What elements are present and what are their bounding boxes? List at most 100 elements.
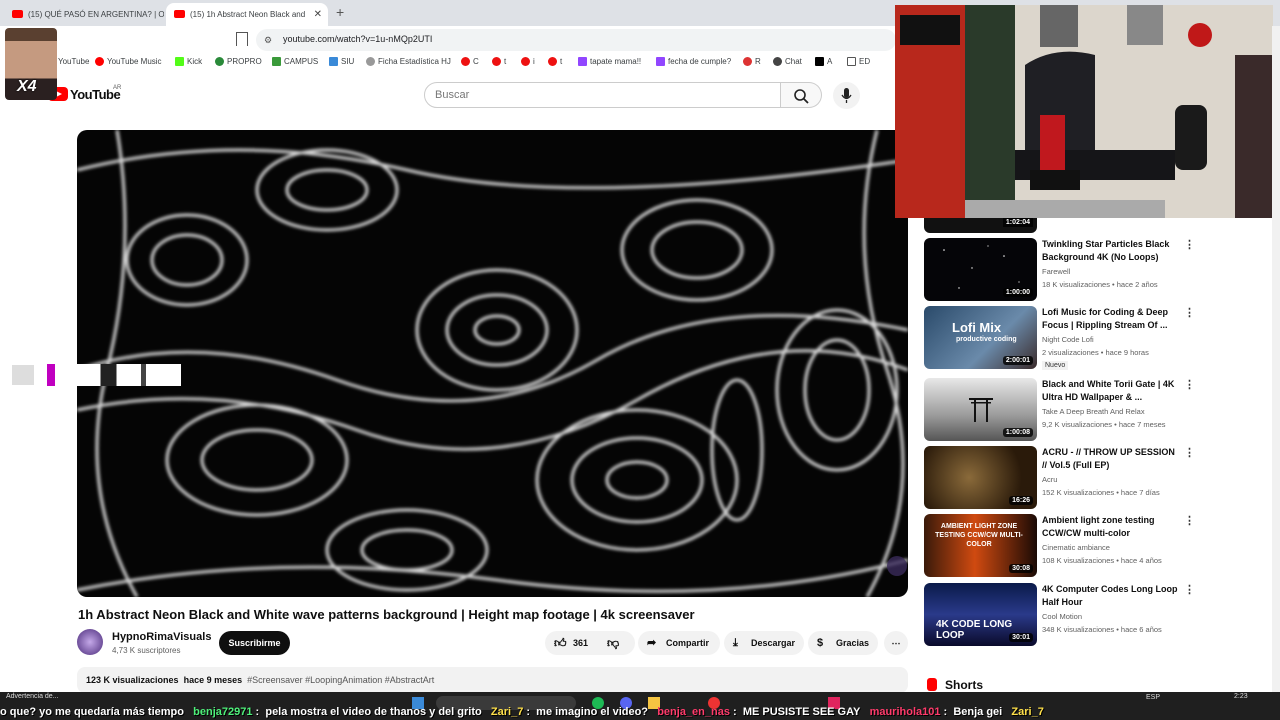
search-icon — [794, 89, 809, 104]
more-options-icon[interactable]: ⋮ — [1184, 514, 1195, 527]
tab-title: (15) 1h Abstract Neon Black and — [190, 10, 306, 19]
bookmark-campus[interactable]: CAMPUS — [272, 57, 318, 66]
voice-search-button[interactable] — [833, 82, 860, 109]
twitch-icon — [656, 57, 665, 66]
page-scrollbar[interactable] — [1272, 26, 1280, 692]
chat-ticker: o que? yo me quedaría más tiempo benja72… — [0, 706, 1044, 718]
recommendation-item[interactable]: 1:00:00 Twinkling Star Particles Black B… — [924, 238, 1195, 302]
bookmark-ed[interactable]: ED — [847, 57, 870, 66]
new-tab-icon[interactable]: + — [336, 4, 344, 20]
bookmark-icon[interactable] — [236, 32, 248, 46]
dislike-icon[interactable]: 👎︎ — [607, 631, 619, 655]
hashtags[interactable]: #Screensaver #LoopingAnimation #Abstract… — [247, 675, 434, 685]
recommendation-item[interactable]: AMBIENT LIGHT ZONE TESTING CCW/CW MULTI-… — [924, 514, 1195, 578]
rec-title[interactable]: Ambient light zone testing CCW/CW multi-… — [1042, 514, 1178, 540]
bookmark-siu[interactable]: SIU — [329, 57, 354, 66]
microphone-icon — [841, 88, 852, 103]
more-options-icon[interactable]: ⋮ — [1184, 446, 1195, 459]
rec-title[interactable]: Black and White Torii Gate | 4K Ultra HD… — [1042, 378, 1178, 404]
language-indicator[interactable]: ESP — [1146, 694, 1160, 701]
rec-meta: 2 visualizaciones • hace 9 horas — [1042, 348, 1149, 357]
channel-name[interactable]: HypnoRimaVisuals — [112, 631, 211, 643]
tab-active-video[interactable]: (15) 1h Abstract Neon Black and ✕ — [166, 3, 328, 26]
ticker-message: me imagino el video? — [536, 706, 649, 718]
bookmark-x[interactable]: A — [815, 57, 832, 66]
url-input[interactable]: ⚙ youtube.com/watch?v=1u-nMQp2UTI — [256, 29, 896, 51]
x-icon — [815, 57, 824, 66]
more-actions-button[interactable]: ⋯ — [884, 631, 908, 655]
rec-thumbnail[interactable]: 4K CODE LONG LOOP 30:01 — [924, 583, 1037, 646]
rec-thumbnail[interactable]: 16:26 — [924, 446, 1037, 509]
warning-notification[interactable]: Advertencia de... — [6, 693, 59, 700]
like-count[interactable]: 361 — [573, 631, 588, 655]
bookmark-tapate[interactable]: tapate mama!! — [578, 57, 641, 66]
video-player[interactable] — [77, 130, 908, 597]
duration: 1:00:00 — [1002, 288, 1033, 297]
channel-avatar[interactable] — [77, 629, 103, 655]
rec-title[interactable]: Lofi Music for Coding & Deep Focus | Rip… — [1042, 306, 1178, 332]
system-clock[interactable]: 2:23 — [1234, 693, 1248, 700]
bookmark-ficha[interactable]: Ficha Estadística HJ — [366, 57, 451, 66]
more-options-icon[interactable]: ⋮ — [1184, 306, 1195, 319]
webcam-scene — [895, 5, 1273, 218]
rec-meta: 152 K visualizaciones • hace 7 días — [1042, 488, 1160, 497]
bookmark-t[interactable]: t — [492, 57, 506, 66]
bookmark-r[interactable]: R — [743, 57, 761, 66]
recommendation-item[interactable]: 4K CODE LONG LOOP 30:01 4K Computer Code… — [924, 583, 1195, 647]
search-button[interactable] — [781, 82, 822, 108]
site-info-icon[interactable]: ⚙ — [264, 35, 272, 46]
rec-title[interactable]: Twinkling Star Particles Black Backgroun… — [1042, 238, 1178, 264]
recommendation-item[interactable]: 1:00:08 Black and White Torii Gate | 4K … — [924, 378, 1195, 442]
rec-thumbnail[interactable]: AMBIENT LIGHT ZONE TESTING CCW/CW MULTI-… — [924, 514, 1037, 577]
bookmark-c-icon — [461, 57, 470, 66]
bookmark-t2[interactable]: t — [548, 57, 562, 66]
bookmark-i[interactable]: i — [521, 57, 535, 66]
bookmark-cumple[interactable]: fecha de cumple? — [656, 57, 731, 66]
rec-channel[interactable]: Take A Deep Breath And Relax — [1042, 407, 1145, 416]
share-button[interactable]: ➦ Compartir — [638, 631, 720, 655]
duration: 1:00:08 — [1002, 428, 1033, 437]
rec-title[interactable]: ACRU - // THROW UP SESSION // Vol.5 (Ful… — [1042, 446, 1178, 472]
folder-icon — [847, 57, 856, 66]
thanks-button[interactable]: $ Gracias — [808, 631, 878, 655]
description-box[interactable]: 123 K visualizaciones hace 9 meses #Scre… — [77, 667, 908, 693]
youtube-favicon-icon — [12, 10, 23, 18]
subscribe-button[interactable]: Suscribirme — [219, 631, 290, 655]
more-options-icon[interactable]: ⋮ — [1184, 378, 1195, 391]
country-code: AR — [113, 85, 122, 91]
rec-channel[interactable]: Acru — [1042, 475, 1057, 484]
rec-channel[interactable]: Farewell — [1042, 267, 1070, 276]
more-options-icon[interactable]: ⋮ — [1184, 583, 1195, 596]
rec-thumbnail[interactable]: 1:00:00 — [924, 238, 1037, 301]
thumb-text: Lofi Mix — [952, 320, 1002, 335]
tab-argentina[interactable]: (15) QUÉ PASÓ EN ARGENTINA? | O( — [4, 3, 164, 26]
rec-title[interactable]: 4K Computer Codes Long Loop Half Hour — [1042, 583, 1178, 609]
bookmark-c[interactable]: C — [461, 57, 479, 66]
share-label: Compartir — [666, 638, 710, 648]
recommendation-item[interactable]: Lofi Mix productive coding 2:00:01 Lofi … — [924, 306, 1195, 370]
search-input[interactable]: Buscar — [424, 82, 781, 108]
bookmark-kick[interactable]: Kick — [175, 57, 202, 66]
bookmark-chat[interactable]: Chat — [773, 57, 802, 66]
rec-thumbnail[interactable]: 1:00:08 — [924, 378, 1037, 441]
upload-age: hace 9 meses — [183, 675, 243, 685]
youtube-icon — [548, 57, 557, 66]
like-icon[interactable]: 👍︎ — [554, 631, 567, 655]
ticker-message: pela mostra el video de thanos y del gri… — [265, 706, 482, 718]
shorts-heading: Shorts — [945, 678, 984, 692]
view-count: 123 K visualizaciones — [86, 675, 179, 685]
bookmark-youtube[interactable]: YouTube — [58, 57, 89, 66]
rec-channel[interactable]: Cinematic ambiance — [1042, 543, 1110, 552]
more-options-icon[interactable]: ⋮ — [1184, 238, 1195, 251]
download-button[interactable]: ⤓ Descargar — [724, 631, 804, 655]
close-tab-icon[interactable]: ✕ — [314, 3, 322, 26]
duration: 2:00:01 — [1002, 356, 1033, 365]
bookmark-propro[interactable]: PROPRO — [215, 57, 262, 66]
rec-thumbnail[interactable]: Lofi Mix productive coding 2:00:01 — [924, 306, 1037, 369]
thanks-label: Gracias — [836, 638, 870, 648]
ticker-user: benja72971 — [193, 706, 253, 718]
rec-channel[interactable]: Night Code Lofi — [1042, 335, 1094, 344]
bookmark-youtube-music[interactable]: YouTube Music — [95, 57, 162, 66]
rec-channel[interactable]: Cool Motion — [1042, 612, 1082, 621]
recommendation-item[interactable]: 16:26 ACRU - // THROW UP SESSION // Vol.… — [924, 446, 1195, 510]
